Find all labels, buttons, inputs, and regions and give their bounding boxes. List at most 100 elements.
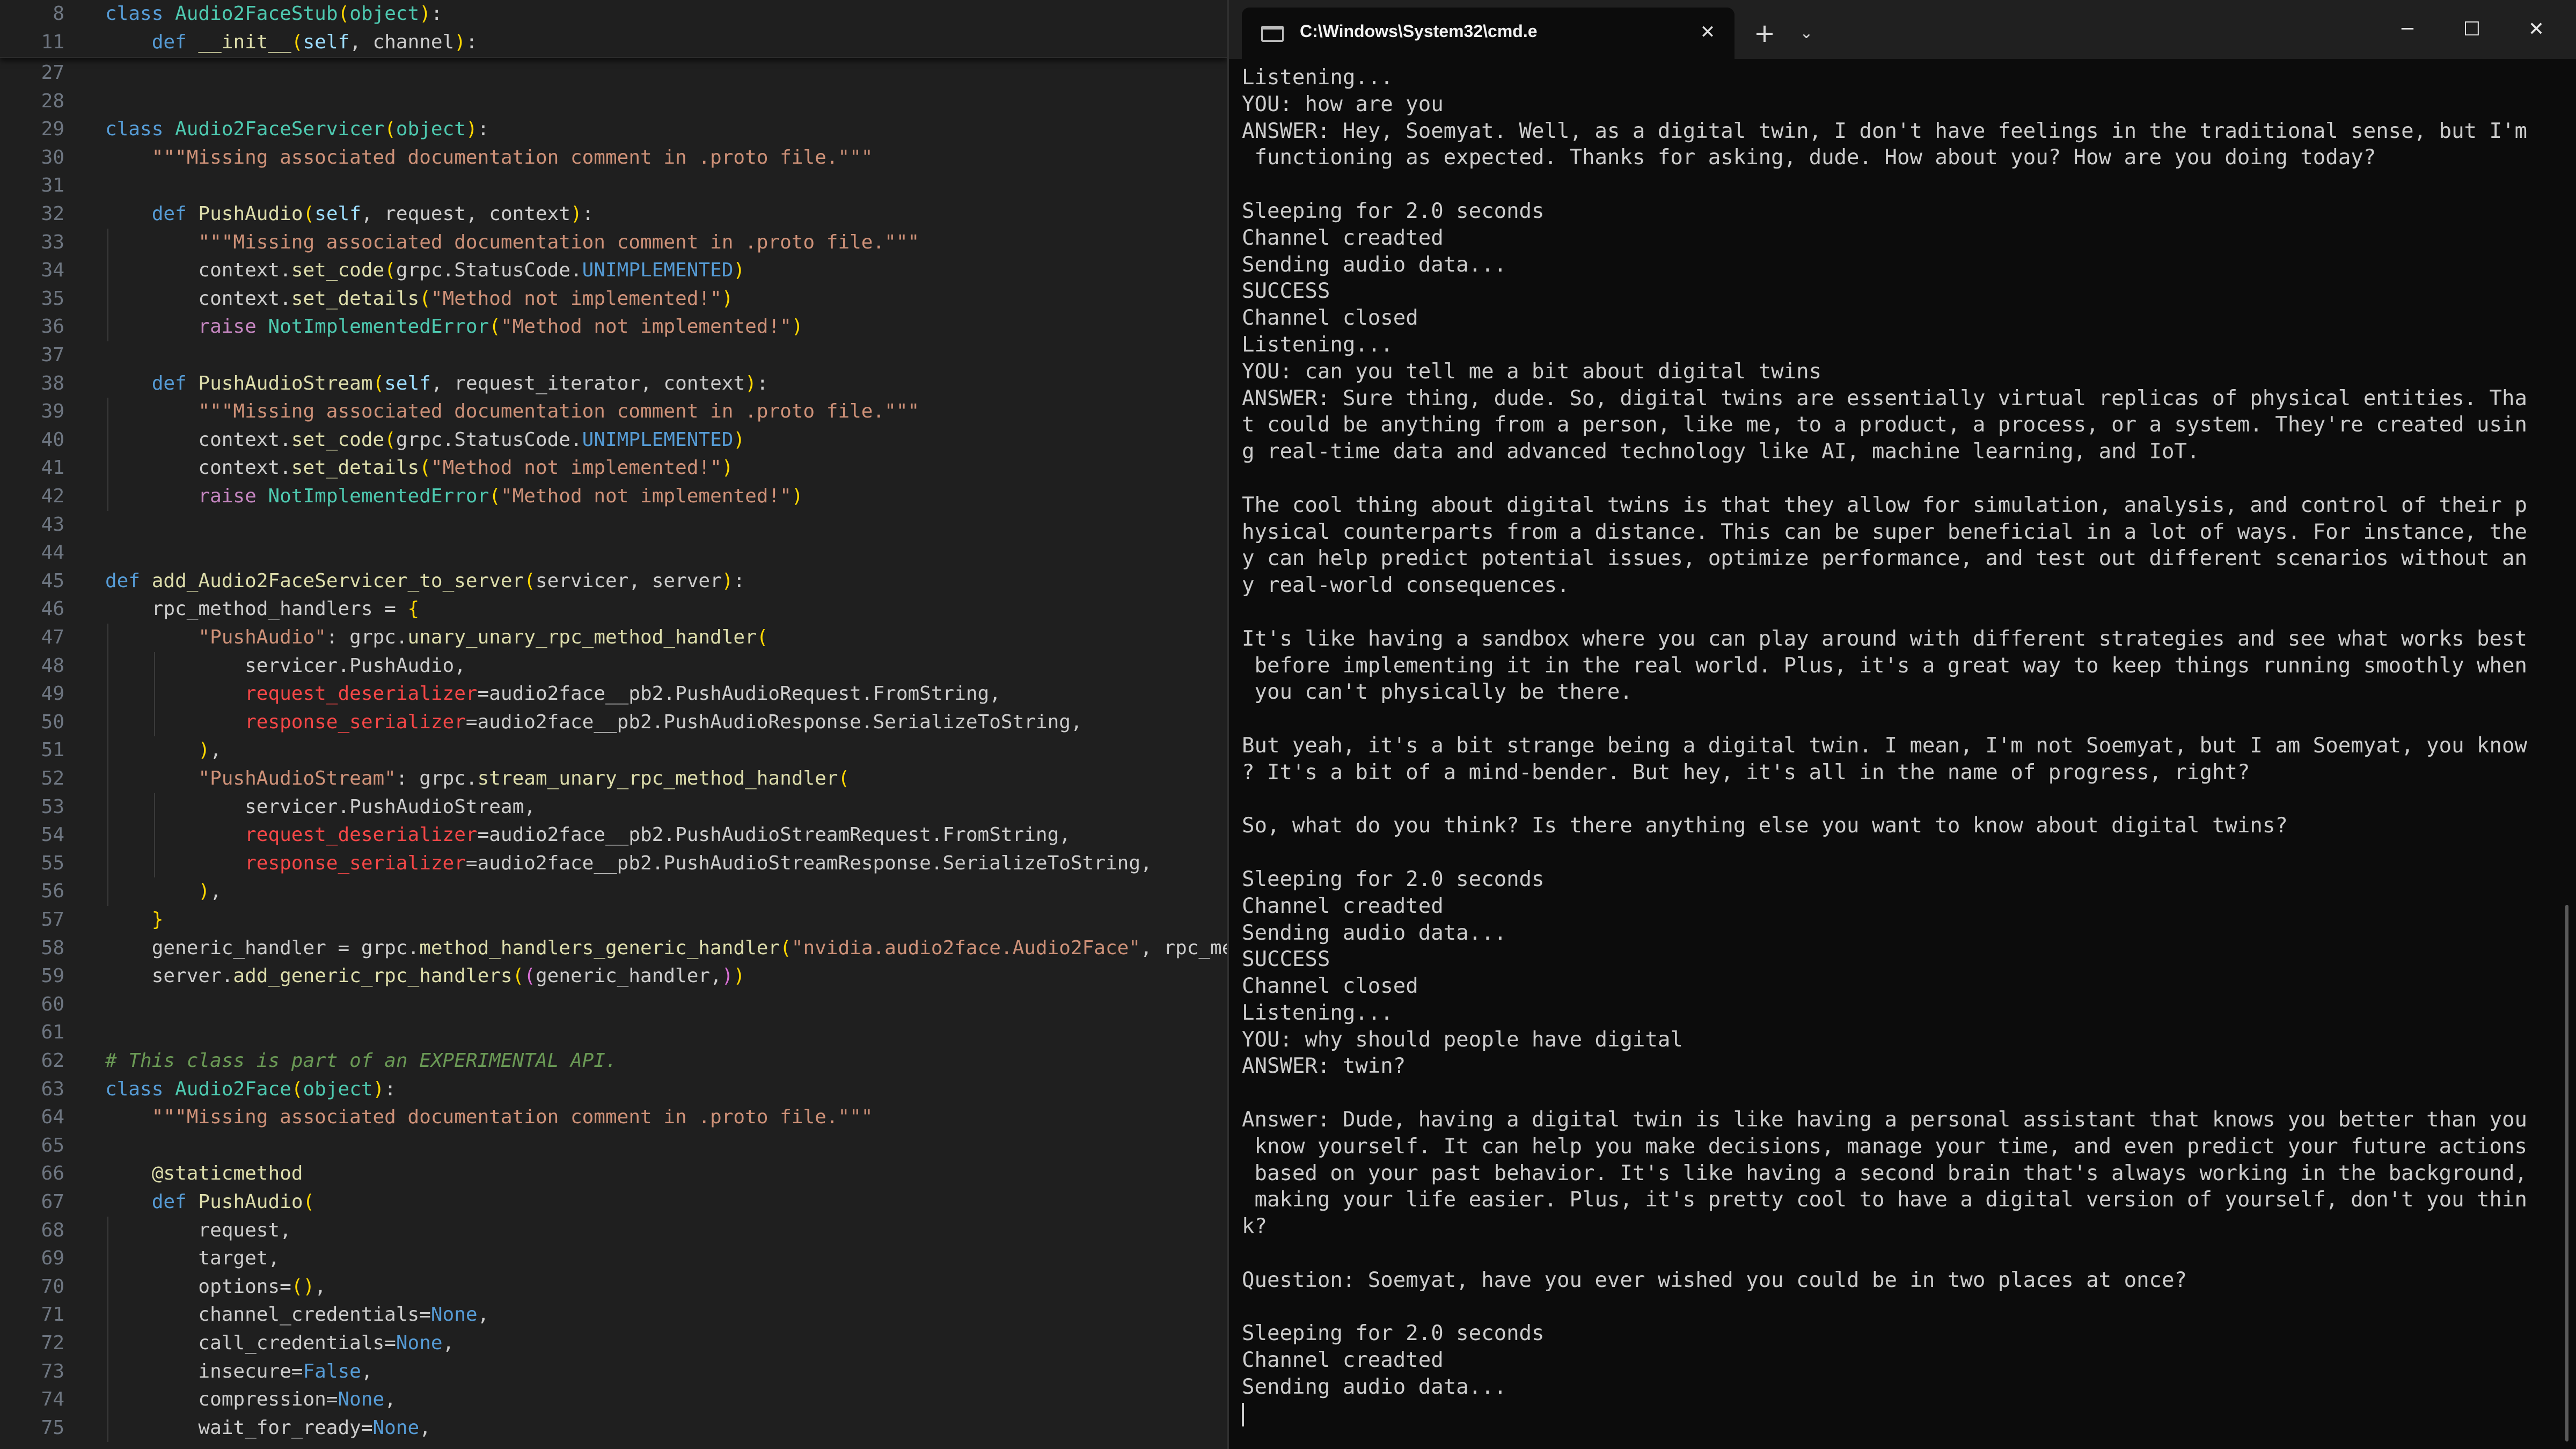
terminal-tab[interactable]: C:\Windows\System32\cmd.e ✕ (1242, 8, 1735, 59)
line-number: 54 (41, 824, 64, 846)
code-line[interactable]: 71 channel_credentials=None, (0, 1301, 1227, 1329)
terminal-line: Sleeping for 2.0 seconds (1242, 1321, 1545, 1346)
terminal-line: Sleeping for 2.0 seconds (1242, 867, 1545, 891)
code-line[interactable]: 42 raise NotImplementedError("Method not… (0, 482, 1227, 511)
line-number: 57 (41, 909, 64, 931)
close-icon[interactable]: ✕ (1692, 16, 1724, 48)
code-text: context.set_code(grpc.StatusCode.UNIMPLE… (105, 259, 745, 282)
code-line[interactable]: 37 (0, 341, 1227, 370)
code-line[interactable]: 54 request_deserializer=audio2face__pb2.… (0, 821, 1227, 850)
code-line[interactable]: 43 (0, 511, 1227, 539)
code-line[interactable]: 64 """Missing associated documentation c… (0, 1103, 1227, 1132)
code-line[interactable]: 59 server.add_generic_rpc_handlers((gene… (0, 962, 1227, 991)
code-line[interactable]: 33 """Missing associated documentation c… (0, 228, 1227, 257)
code-line[interactable]: 29 class Audio2FaceServicer(object): (0, 115, 1227, 144)
code-text: channel_credentials=None, (105, 1304, 489, 1326)
line-number: 39 (41, 400, 64, 423)
code-line[interactable]: 75 wait_for_ready=None, (0, 1414, 1227, 1443)
code-text: class Audio2FaceStub(object): (105, 3, 443, 25)
code-line[interactable]: 66 @staticmethod (0, 1160, 1227, 1188)
code-line[interactable]: 52 "PushAudioStream": grpc.stream_unary_… (0, 765, 1227, 793)
line-number: 42 (41, 485, 64, 507)
code-line[interactable]: 35 context.set_details("Method not imple… (0, 284, 1227, 313)
terminal-line: based on your past behavior. It's like h… (1242, 1161, 2527, 1185)
code-line[interactable]: 40 context.set_code(grpc.StatusCode.UNIM… (0, 426, 1227, 455)
code-line[interactable]: 45 def add_Audio2FaceServicer_to_server(s… (0, 567, 1227, 596)
terminal-window[interactable]: C:\Windows\System32\cmd.e ✕ + ⌄ ─ ☐ ✕ Li… (1227, 0, 2576, 1449)
code-line[interactable]: 69 target, (0, 1245, 1227, 1273)
minimize-button[interactable]: ─ (2375, 0, 2440, 59)
code-line[interactable]: 50 response_serializer=audio2face__pb2.P… (0, 708, 1227, 737)
code-line[interactable]: 53 servicer.PushAudioStream, (0, 793, 1227, 822)
code-text: """Missing associated documentation comm… (151, 146, 873, 169)
code-line[interactable]: 60 (0, 991, 1227, 1019)
code-line[interactable]: 41 context.set_details("Method not imple… (0, 454, 1227, 482)
code-line[interactable]: 72 call_credentials=None, (0, 1329, 1227, 1358)
line-number: 35 (41, 287, 64, 310)
code-line[interactable]: 31 (0, 172, 1227, 200)
code-line[interactable]: 74 compression=None, (0, 1386, 1227, 1414)
code-line[interactable]: 56 ), (0, 877, 1227, 906)
line-number: 61 (41, 1021, 64, 1044)
code-line[interactable]: 39 """Missing associated documentation c… (0, 398, 1227, 426)
code-line[interactable]: 47 "PushAudio": grpc.unary_unary_rpc_met… (0, 624, 1227, 652)
code-line[interactable]: 11 def __init__(self, channel): (0, 28, 1227, 57)
code-text: ), (198, 880, 222, 903)
code-line[interactable]: 8 class Audio2FaceStub(object): (0, 0, 1227, 28)
code-editor[interactable]: 8 class Audio2FaceStub(object): 11 def __i… (0, 0, 1227, 1449)
chevron-down-icon[interactable]: ⌄ (1789, 16, 1824, 50)
code-line[interactable]: 68 request, (0, 1216, 1227, 1245)
terminal-line: ANSWER: Sure thing, dude. So, digital tw… (1242, 386, 2527, 411)
code-line[interactable]: 55 response_serializer=audio2face__pb2.P… (0, 849, 1227, 878)
line-number: 75 (41, 1416, 64, 1439)
code-text: } (151, 909, 164, 931)
line-number: 71 (41, 1304, 64, 1326)
code-line[interactable]: 51 ), (0, 736, 1227, 765)
code-line[interactable]: 61 (0, 1019, 1227, 1047)
code-text: def add_Audio2FaceServicer_to_server(ser… (105, 569, 745, 592)
code-line[interactable]: 44 (0, 539, 1227, 567)
scrollbar[interactable] (2565, 905, 2568, 1441)
terminal-titlebar[interactable]: C:\Windows\System32\cmd.e ✕ + ⌄ ─ ☐ ✕ (1229, 0, 2576, 59)
code-line[interactable]: 30 """Missing associated documentation c… (0, 144, 1227, 172)
code-line[interactable]: 58 generic_handler = grpc.method_handler… (0, 934, 1227, 963)
code-text: rpc_method_handlers = { (105, 598, 420, 620)
code-text: @staticmethod (151, 1162, 303, 1185)
line-number: 60 (41, 993, 64, 1015)
code-line[interactable]: 34 context.set_code(grpc.StatusCode.UNIM… (0, 257, 1227, 285)
terminal-output[interactable]: Listening... YOU: how are you ANSWER: Hey,… (1242, 64, 2551, 1428)
code-line[interactable]: 67 def PushAudio( (0, 1188, 1227, 1217)
code-line[interactable]: 36 raise NotImplementedError("Method not… (0, 313, 1227, 341)
window-close-button[interactable]: ✕ (2504, 0, 2568, 59)
code-text: request_deserializer=audio2face__pb2.Pus… (245, 824, 1071, 846)
code-line[interactable]: 38 def PushAudioStream(self, request_ite… (0, 370, 1227, 398)
line-number: 45 (41, 569, 64, 592)
code-line[interactable]: 32 def PushAudio(self, request, context)… (0, 200, 1227, 229)
code-text: server.add_generic_rpc_handlers((generic… (105, 965, 745, 987)
sticky-scroll-header[interactable]: 8 class Audio2FaceStub(object): 11 def __i… (0, 0, 1227, 58)
line-number: 48 (41, 654, 64, 677)
line-number: 28 (41, 90, 64, 112)
plus-icon[interactable]: + (1747, 16, 1782, 50)
code-text: "PushAudioStream": grpc.stream_unary_rpc… (198, 767, 850, 789)
code-line[interactable]: 65 (0, 1132, 1227, 1160)
code-line[interactable]: 48 servicer.PushAudio, (0, 652, 1227, 680)
line-number: 68 (41, 1219, 64, 1241)
code-line[interactable]: 63 class Audio2Face(object): (0, 1075, 1227, 1104)
terminal-line: Question: Soemyat, have you ever wished … (1242, 1268, 2187, 1292)
code-line[interactable]: 27 (0, 59, 1227, 87)
desktop: 8 class Audio2FaceStub(object): 11 def __i… (0, 0, 2576, 1449)
code-line[interactable]: 62 # This class is part of an EXPERIMENTA… (0, 1047, 1227, 1075)
code-line[interactable]: 46 rpc_method_handlers = { (0, 595, 1227, 624)
code-line[interactable]: 57 } (0, 906, 1227, 934)
code-line[interactable]: 73 insecure=False, (0, 1357, 1227, 1386)
terminal-prompt-line[interactable] (1242, 1401, 2551, 1428)
code-text: context.set_code(grpc.StatusCode.UNIMPLE… (105, 428, 745, 451)
maximize-button[interactable]: ☐ (2440, 0, 2504, 59)
code-line[interactable]: 70 options=(), (0, 1272, 1227, 1301)
code-line[interactable]: 49 request_deserializer=audio2face__pb2.… (0, 680, 1227, 708)
code-line[interactable]: 28 (0, 87, 1227, 116)
